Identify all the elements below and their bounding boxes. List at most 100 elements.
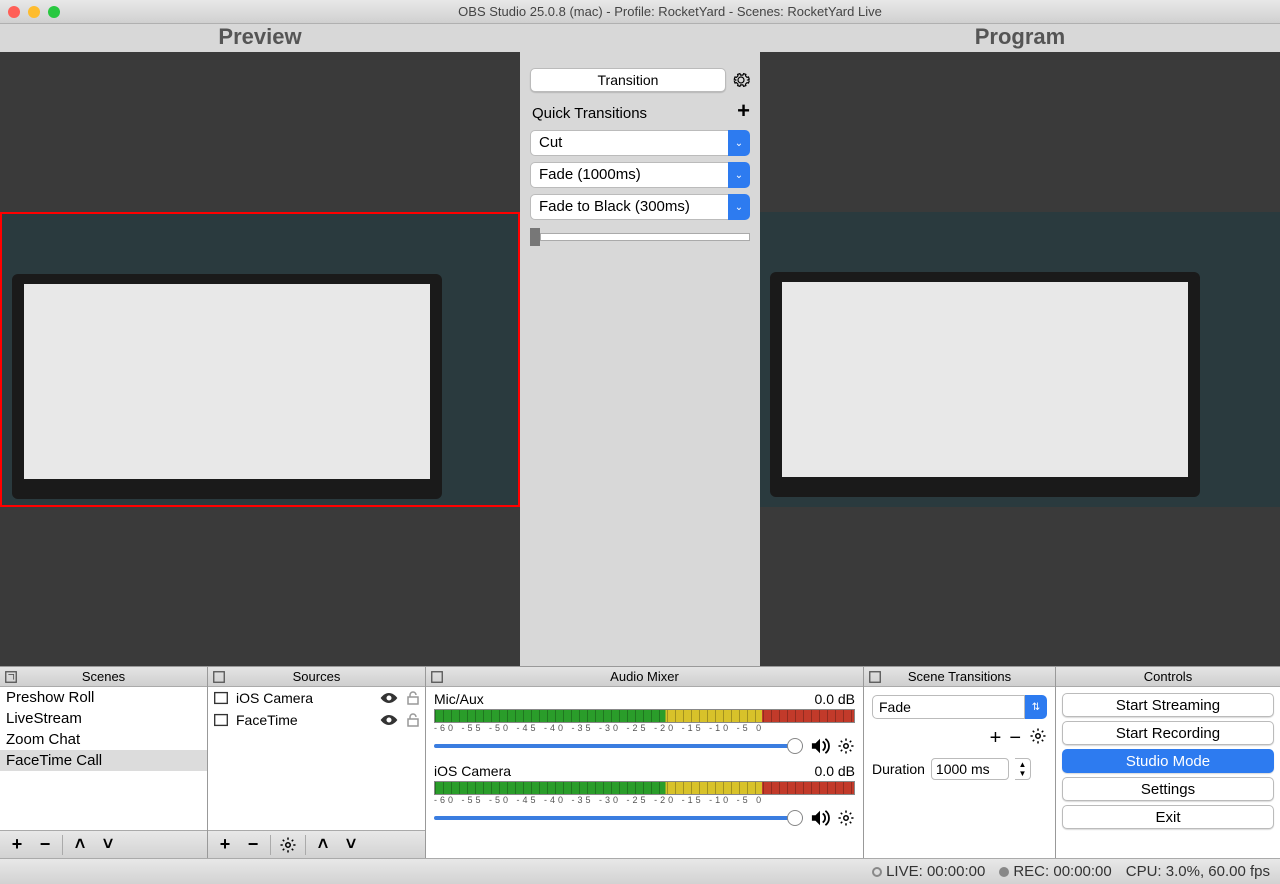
live-indicator-icon [872,867,882,877]
duration-label: Duration [872,761,925,777]
scene-item[interactable]: FaceTime Call [0,750,207,771]
move-down-icon[interactable]: ˅ [338,834,364,856]
main-area: Transition Quick Transitions + Cut⌄ Fade… [0,52,1280,666]
source-name: FaceTime [236,712,373,728]
transition-panel: Transition Quick Transitions + Cut⌄ Fade… [520,52,760,666]
remove-scene-icon[interactable]: − [32,834,58,856]
program-frame [760,212,1280,507]
add-transition-icon[interactable]: + [990,727,1002,750]
quick-transition-cut[interactable]: Cut⌄ [530,130,750,156]
preview-frame[interactable] [0,212,520,507]
transitions-title: Scene Transitions [908,669,1011,684]
panels: Scenes Preshow RollLiveStreamZoom ChatFa… [0,666,1280,858]
preview-viewport[interactable] [0,52,520,666]
popout-icon[interactable] [4,670,18,684]
mixer-title: Audio Mixer [610,669,679,684]
control-button[interactable]: Start Streaming [1062,693,1274,717]
move-down-icon[interactable]: ˅ [95,834,121,856]
move-up-icon[interactable]: ˄ [310,834,336,856]
vu-meter [434,709,855,723]
remove-transition-icon[interactable]: − [1009,727,1021,750]
chevron-down-icon[interactable]: ⌄ [728,130,750,156]
mixer-channel: iOS Camera 0.0 dB -60 -55 -50 -45 -40 -35… [434,763,855,827]
minimize-window-icon[interactable] [28,6,40,18]
scenes-list[interactable]: Preshow RollLiveStreamZoom ChatFaceTime … [0,687,207,830]
live-status: LIVE: 00:00:00 [886,863,985,880]
duration-input[interactable] [931,758,1009,780]
add-quick-transition-icon[interactable]: + [737,98,750,124]
volume-slider[interactable] [434,744,803,748]
chevron-down-icon[interactable]: ⌄ [728,162,750,188]
status-bar: LIVE: 00:00:00 REC: 00:00:00 CPU: 3.0%, … [0,858,1280,884]
controls-list: Start Streaming Start Recording Studio Mod… [1056,687,1280,858]
add-scene-icon[interactable]: + [4,834,30,856]
eye-icon[interactable] [379,691,399,705]
sources-list[interactable]: iOS Camera FaceTime [208,687,425,830]
source-settings-icon[interactable] [275,834,301,856]
channel-db: 0.0 dB [815,691,855,707]
speaker-icon[interactable] [809,737,831,755]
remove-source-icon[interactable]: − [240,834,266,856]
scenes-title: Scenes [82,669,125,684]
channel-name: Mic/Aux [434,691,484,707]
rec-indicator-icon [999,867,1009,877]
mixer-body: Mic/Aux 0.0 dB -60 -55 -50 -45 -40 -35 -3… [426,687,863,858]
tbar-slider[interactable] [530,230,750,244]
eye-icon[interactable] [379,713,399,727]
window-title: OBS Studio 25.0.8 (mac) - Profile: Rocke… [68,4,1272,19]
duration-stepper[interactable]: ▲▼ [1015,758,1031,780]
quick-transition-ftb[interactable]: Fade to Black (300ms)⌄ [530,194,750,220]
speaker-icon[interactable] [809,809,831,827]
chevron-down-icon[interactable]: ⌄ [728,194,750,220]
controls-title: Controls [1144,669,1192,684]
cpu-status: CPU: 3.0%, 60.00 fps [1126,863,1270,880]
transition-settings-icon[interactable] [1029,727,1047,750]
audio-mixer-panel: Audio Mixer Mic/Aux 0.0 dB -60 -55 -50 -4… [426,667,864,858]
quick-transitions-label: Quick Transitions [530,101,731,122]
db-scale: -60 -55 -50 -45 -40 -35 -30 -25 -20 -15 … [434,723,855,733]
close-window-icon[interactable] [8,6,20,18]
gear-icon[interactable] [732,71,750,89]
lock-icon[interactable] [405,712,421,728]
transition-button[interactable]: Transition [530,68,726,92]
scene-item[interactable]: Zoom Chat [0,729,207,750]
preview-label: Preview [0,24,520,52]
control-button[interactable]: Exit [1062,805,1274,829]
program-viewport [760,52,1280,666]
viewport-labels: Preview Program [0,24,1280,52]
gear-icon[interactable] [837,809,855,827]
source-name: iOS Camera [236,690,373,706]
scene-item[interactable]: Preshow Roll [0,687,207,708]
quick-transition-fade[interactable]: Fade (1000ms)⌄ [530,162,750,188]
source-type-icon [212,711,230,729]
volume-slider[interactable] [434,816,803,820]
source-type-icon [212,689,230,707]
add-source-icon[interactable]: + [212,834,238,856]
program-label: Program [760,24,1280,52]
lock-icon[interactable] [405,690,421,706]
maximize-window-icon[interactable] [48,6,60,18]
transition-select[interactable]: Fade⇅ [872,695,1047,719]
chevron-updown-icon[interactable]: ⇅ [1025,695,1047,719]
scenes-panel: Scenes Preshow RollLiveStreamZoom ChatFa… [0,667,208,858]
source-item[interactable]: FaceTime [208,709,425,731]
popout-icon[interactable] [868,670,882,684]
channel-name: iOS Camera [434,763,511,779]
source-item[interactable]: iOS Camera [208,687,425,709]
control-button[interactable]: Start Recording [1062,721,1274,745]
sources-title: Sources [293,669,341,684]
gear-icon[interactable] [837,737,855,755]
scene-transitions-panel: Scene Transitions Fade⇅ + − Duration ▲▼ [864,667,1056,858]
rec-status: REC: 00:00:00 [1013,863,1111,880]
scene-item[interactable]: LiveStream [0,708,207,729]
popout-icon[interactable] [212,670,226,684]
channel-db: 0.0 dB [815,763,855,779]
control-button[interactable]: Studio Mode [1062,749,1274,773]
vu-meter [434,781,855,795]
controls-panel: Controls Start StreamingStart RecordingS… [1056,667,1280,858]
control-button[interactable]: Settings [1062,777,1274,801]
sources-panel: Sources iOS Camera FaceTime + − ˄ ˅ [208,667,426,858]
db-scale: -60 -55 -50 -45 -40 -35 -30 -25 -20 -15 … [434,795,855,805]
popout-icon[interactable] [430,670,444,684]
move-up-icon[interactable]: ˄ [67,834,93,856]
